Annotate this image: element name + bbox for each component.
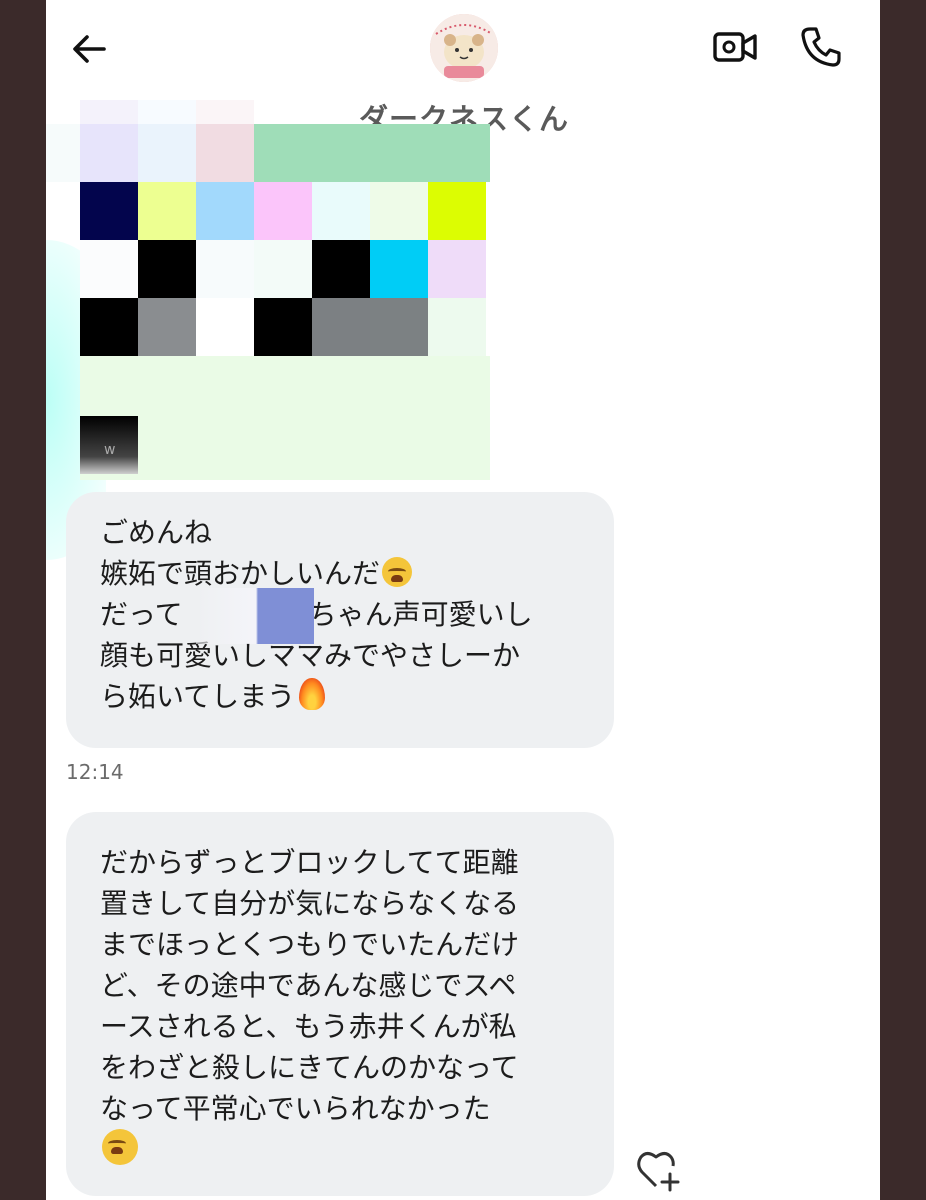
react-heart-button[interactable]: [634, 1146, 684, 1192]
message-line: だって: [100, 598, 183, 631]
video-call-icon: [713, 32, 757, 62]
message-line: ちゃん声可愛いし: [308, 598, 533, 631]
back-button[interactable]: [68, 28, 110, 70]
phone-icon: [801, 27, 841, 67]
message-line: ースされると、もう赤井くんが私: [100, 1010, 517, 1043]
heart-plus-icon: [637, 1152, 680, 1192]
message-line: ら妬いてしまう: [100, 680, 296, 713]
avatar[interactable]: [430, 14, 498, 82]
censored-image-message[interactable]: w: [46, 100, 526, 560]
crying-face-icon: [102, 1129, 138, 1165]
message-line: をわざと殺しにきてんのかなって: [100, 1051, 519, 1084]
back-arrow-icon: [73, 35, 106, 63]
message-bubble[interactable]: だからずっとブロックしてて距離 置きして自分が気にならなくなる までほっとくつも…: [66, 812, 614, 1196]
voice-call-button[interactable]: [798, 24, 844, 70]
chat-screen: ダークネスくん w ごめんね 嫉妬で頭おかしいんだ だって ちゃん声可愛いし 顔…: [46, 0, 880, 1200]
message-line: までほっとくつもりでいたんだけ: [100, 928, 520, 961]
message-line: なって平常心でいられなかった: [100, 1092, 491, 1125]
message-line: ど、その途中であんな感じでスペ: [100, 969, 517, 1002]
fire-icon: [299, 678, 326, 710]
message-line: ごめんね: [100, 516, 213, 549]
message-time: 12:14: [66, 760, 124, 784]
message-line: だからずっとブロックしてて距離: [100, 846, 519, 879]
crying-face-icon: [382, 557, 413, 587]
message-line: 顔も可愛いしママみでやさしーか: [100, 639, 521, 672]
message-line: 嫉妬で頭おかしいんだ: [100, 557, 381, 590]
pixel-letter: w: [104, 442, 116, 458]
frame-left: [0, 0, 46, 1200]
message-line: 置きして自分が気にならなくなる: [100, 887, 520, 920]
video-call-button[interactable]: [712, 26, 758, 68]
censored-name: [196, 588, 314, 644]
avatar-image: [430, 14, 498, 82]
frame-right: [880, 0, 926, 1200]
message-bubble[interactable]: ごめんね 嫉妬で頭おかしいんだ だって ちゃん声可愛いし 顔も可愛いしママみでやさ…: [66, 492, 614, 748]
